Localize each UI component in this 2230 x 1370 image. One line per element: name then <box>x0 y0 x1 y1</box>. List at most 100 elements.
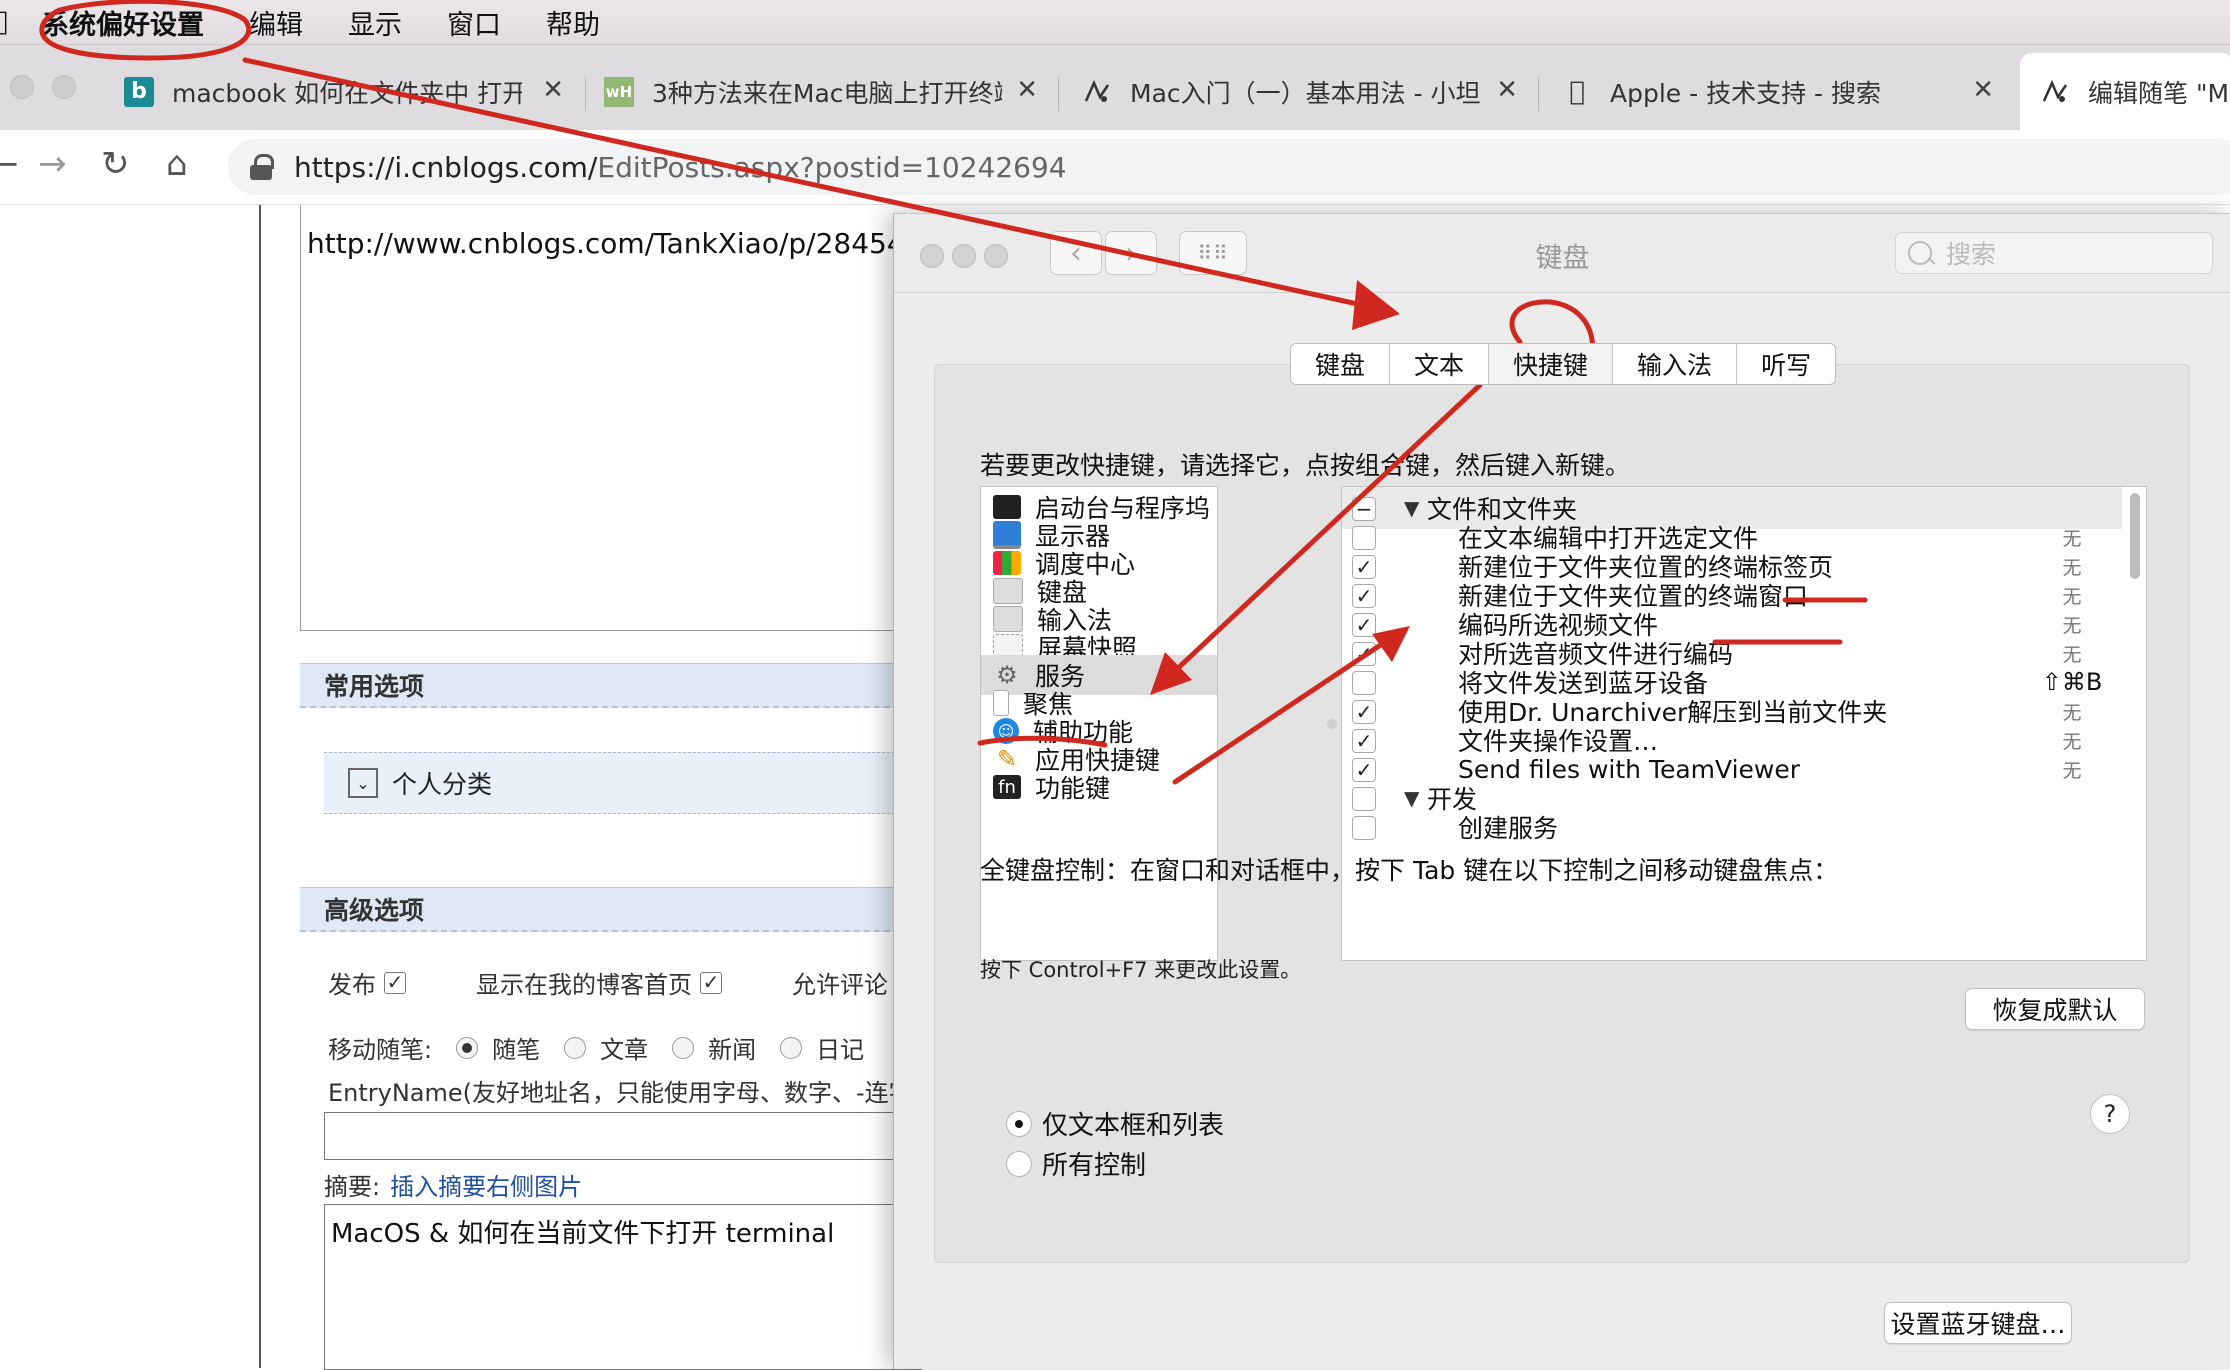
shortcut-list: − ▼ 文件和文件夹 在文本编辑中打开选定文件 无 ✓ 新建位于文件夹位置的终端… <box>1341 486 2147 961</box>
lock-icon <box>250 154 274 180</box>
move-option-label: 随笔 <box>492 1036 541 1064</box>
move-option-label: 日记 <box>816 1036 865 1064</box>
restore-defaults-button[interactable]: 恢复成默认 <box>1965 988 2145 1030</box>
forward-arrow-icon[interactable]: → <box>38 144 67 184</box>
wikihow-icon: wH <box>604 76 634 107</box>
menu-view[interactable]: 显示 <box>348 3 402 42</box>
tab-label: Apple - 技术支持 - 搜索 <box>1610 78 1881 108</box>
summary-label: 摘要: <box>324 1173 381 1201</box>
search-icon <box>1908 241 1932 265</box>
apple-menu-icon[interactable]:  <box>0 0 22 44</box>
move-radio-news[interactable] <box>672 1036 695 1059</box>
menu-edit[interactable]: 编辑 <box>249 3 303 42</box>
close-icon[interactable]: ✕ <box>1016 75 1038 105</box>
keyboard-control-label: 全键盘控制：在窗口和对话框中，按下 Tab 键在以下控制之间移动键盘焦点： <box>980 856 1839 885</box>
show-home-checkbox[interactable]: ✓ <box>700 971 722 994</box>
move-option-label: 文章 <box>600 1036 649 1064</box>
bing-icon: b <box>124 76 154 107</box>
summary-text: MacOS & 如何在当前文件下打开 terminal <box>331 1219 835 1249</box>
radio-button[interactable] <box>1006 1110 1032 1137</box>
insert-summary-image-link[interactable]: 插入摘要右侧图片 <box>390 1173 582 1201</box>
list-scrollbar[interactable] <box>2130 493 2140 579</box>
radio-label: 所有控制 <box>1042 1151 1147 1181</box>
tab-shortcuts[interactable]: 快捷键 <box>1489 344 1614 384</box>
personal-category-row[interactable]: ⌄ 个人分类 <box>324 752 920 814</box>
entry-name-input[interactable] <box>324 1112 922 1160</box>
split-handle[interactable] <box>1327 719 1337 729</box>
tab-keyboard[interactable]: 键盘 <box>1291 344 1391 384</box>
tab-label: Mac入门（一）基本用法 - 小坦 <box>1130 78 1480 108</box>
tab-wikihow[interactable]: wH 3种方法来在Mac电脑上打开终端 ✕ <box>604 53 1038 130</box>
radio-text-boxes-lists[interactable]: 仅文本框和列表 <box>1006 1105 1224 1142</box>
address-bar[interactable]: https://i.cnblogs.com/EditPosts.aspx?pos… <box>228 139 2230 195</box>
allow-comments-label: 允许评论 <box>792 971 888 999</box>
shortcut-checkbox[interactable] <box>1352 816 1376 840</box>
home-icon[interactable]: ⌂ <box>166 144 188 184</box>
publish-checkbox[interactable]: ✓ <box>384 971 406 994</box>
shortcut-label: 创建服务 <box>1458 814 1559 843</box>
radio-all-controls[interactable]: 所有控制 <box>1006 1145 1146 1182</box>
reload-icon[interactable]: ↻ <box>101 144 130 184</box>
tab-apple-support[interactable]:  Apple - 技术支持 - 搜索 ✕ <box>1562 53 1994 130</box>
summary-row: 摘要: 插入摘要右侧图片 <box>324 1167 582 1202</box>
tab-label: 3种方法来在Mac电脑上打开终端 <box>652 78 1002 108</box>
tab-label: 编辑随笔 "Ma <box>2088 78 2230 108</box>
preference-tabs: 键盘 文本 快捷键 输入法 听写 <box>1290 343 1837 385</box>
close-icon[interactable]: ✕ <box>542 75 564 105</box>
menubar:  系统偏好设置 编辑 显示 窗口 帮助 <box>0 0 2230 45</box>
browser-tab-strip: b macbook 如何在文件夹中 打开 ✕ wH 3种方法来在Mac电脑上打开… <box>0 45 2230 130</box>
help-button[interactable]: ? <box>2090 1094 2130 1134</box>
tab-mac-intro[interactable]: Mac入门（一）基本用法 - 小坦 ✕ <box>1082 53 1518 130</box>
search-placeholder: 搜索 <box>1946 240 1997 269</box>
post-editor[interactable]: http://www.cnblogs.com/TankXiao/p/28454 <box>300 205 921 631</box>
tab-macbook[interactable]: b macbook 如何在文件夹中 打开 ✕ <box>124 53 564 130</box>
tab-label: macbook 如何在文件夹中 打开 <box>172 78 522 108</box>
close-icon[interactable]: ✕ <box>1972 75 1994 105</box>
menu-help[interactable]: 帮助 <box>546 3 600 42</box>
url-host: https://i.cnblogs.com/ <box>294 150 598 184</box>
fn-key-icon: fn <box>993 775 1021 799</box>
menu-window[interactable]: 窗口 <box>447 3 501 42</box>
shortcut-row[interactable]: 创建服务 <box>1342 806 2122 848</box>
entry-name-label: EntryName(友好地址名，只能使用字母、数字、-连字 <box>328 1079 913 1107</box>
radio-button[interactable] <box>1006 1150 1032 1177</box>
close-icon[interactable]: ✕ <box>1496 75 1518 105</box>
move-radio-diary[interactable] <box>780 1036 803 1059</box>
move-option-label: 新闻 <box>708 1036 757 1064</box>
common-options-header[interactable]: 常用选项 <box>300 663 920 708</box>
shortcut-category-list: 启动台与程序坞 显示器 调度中心 键盘 输入法 屏幕快照 ⚙ 服务 聚焦 ☺ 辅… <box>980 486 1218 961</box>
move-radio-post[interactable] <box>456 1036 479 1059</box>
window-minimize-dot[interactable] <box>52 75 76 99</box>
advanced-options-header[interactable]: 高级选项 <box>300 887 920 932</box>
editor-text: http://www.cnblogs.com/TankXiao/p/28454 <box>307 227 905 260</box>
expand-icon[interactable]: ⌄ <box>348 768 378 798</box>
personal-category-label: 个人分类 <box>392 770 493 799</box>
url-path: EditPosts.aspx?postid=10242694 <box>597 150 1067 184</box>
keyboard-control-hint: 按下 Control+F7 来更改此设置。 <box>980 958 1302 982</box>
window-close-dot[interactable] <box>10 75 34 99</box>
keyboard-preferences-window: ‹ › ⠿⠿ 键盘 搜索 键盘 文本 快捷键 输入法 听写 若要更改快捷键，请选… <box>893 213 2230 1369</box>
apple-icon:  <box>1562 77 1592 107</box>
summary-textarea[interactable]: MacOS & 如何在当前文件下打开 terminal <box>324 1204 922 1370</box>
cnblogs-icon <box>1082 77 1112 107</box>
tab-text[interactable]: 文本 <box>1390 344 1490 384</box>
back-arrow-icon[interactable]: ← <box>0 144 19 184</box>
radio-label: 仅文本框和列表 <box>1042 1111 1225 1141</box>
publish-label: 发布 <box>328 971 376 999</box>
menu-app-name[interactable]: 系统偏好设置 <box>42 3 204 42</box>
cnblogs-icon <box>2040 77 2070 107</box>
show-home-label: 显示在我的博客首页 <box>476 971 692 999</box>
tab-edit-post[interactable]: 编辑随笔 "Ma <box>2020 53 2230 130</box>
tab-dictation[interactable]: 听写 <box>1737 344 1835 384</box>
move-radio-article[interactable] <box>564 1036 587 1059</box>
browser-toolbar: ← → ↻ ⌂ https://i.cnblogs.com/EditPosts.… <box>0 130 2230 205</box>
window-titlebar: ‹ › ⠿⠿ 键盘 搜索 <box>894 214 2230 293</box>
tab-input-sources[interactable]: 输入法 <box>1613 344 1738 384</box>
setup-bluetooth-keyboard-button[interactable]: 设置蓝牙键盘… <box>1884 1302 2072 1344</box>
publish-options-row: 发布 ✓ 显示在我的博客首页 ✓ 允许评论 ✓ <box>328 965 918 1000</box>
move-label: 移动随笔: <box>328 1036 433 1064</box>
category-function-keys[interactable]: fn 功能键 <box>981 767 1217 807</box>
page-divider <box>259 205 261 1368</box>
search-field[interactable]: 搜索 <box>1895 232 2213 274</box>
category-label: 功能键 <box>1035 774 1111 803</box>
